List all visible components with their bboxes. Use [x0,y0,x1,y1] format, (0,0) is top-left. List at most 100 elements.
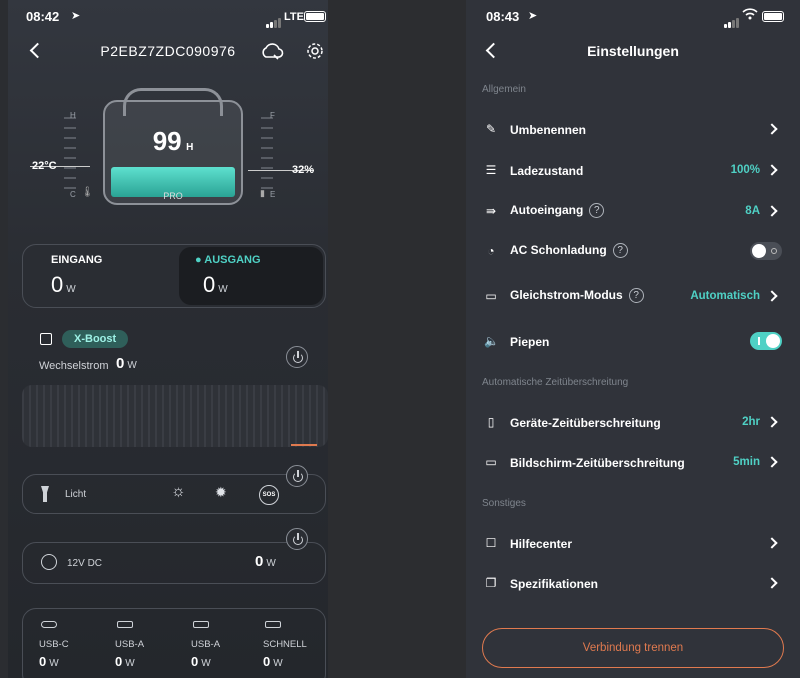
location-icon: ➤ [71,10,81,22]
network-label: LTE [284,11,304,23]
settings-row-rename[interactable]: ✎ Umbenennen [466,114,800,144]
beep-label: Piepen [510,335,550,349]
ac-value: 0 [116,355,125,372]
device-timeout-label: Geräte-Zeitüberschreitung [510,416,661,430]
dc-card: 12V DC 0W [22,542,326,584]
light-high-icon[interactable]: ☼ [171,483,186,501]
help-icon[interactable]: ? [612,243,628,259]
usb-a-icon [117,621,133,628]
dc-battery-icon: ▭ [485,289,497,303]
location-icon: ➤ [528,10,538,22]
settings-row-charge-level[interactable]: ☰ Ladezustand 100% [466,155,800,185]
dc-value: 0 [255,553,264,570]
usb-port-label: USB-C [39,639,69,650]
gauge-left-bottom: C [70,190,76,199]
beep-toggle[interactable] [750,332,782,350]
model-label: PRO [163,191,183,201]
input-value: 0 [51,272,64,297]
chevron-right-icon [766,416,778,428]
dc-label: 12V DC [67,558,103,569]
usb-port-label: SCHNELL [263,639,307,650]
screen-icon: ▭ [485,455,497,469]
disconnect-button[interactable]: Verbindung trennen [482,628,784,668]
sos-button[interactable]: SOS [259,485,279,505]
light-card: Licht ☼ ✹ SOS [22,474,326,514]
settings-row-specs[interactable]: ❐ Spezifikationen [466,568,800,598]
screen-timeout-label: Bildschirm-Zeitüberschreitung [510,456,685,470]
usb-port-unit: W [273,658,283,669]
output-value: 0 [203,272,216,297]
dc-power-button[interactable] [286,528,308,550]
speaker-icon: 🔈 [484,334,499,348]
page-title: Einstellungen [587,43,679,59]
usb-port-label: USB-A [191,639,221,650]
usb-port-value: 0 [115,654,123,669]
help-icon[interactable]: ? [589,203,605,219]
usb-port-unit: W [201,658,211,669]
settings-row-car-input[interactable]: ⇛ Autoeingang? 8A [466,196,800,226]
usb-port-value: 0 [191,654,199,669]
ac-outlet-icon [40,333,52,345]
status-time: 08:42 [26,9,60,24]
edit-doc-icon: ☐ [485,536,497,550]
section-timeout: Automatische Zeitüberschreitung [482,377,629,388]
ac-label: Wechselstrom [39,360,109,372]
settings-row-beep: 🔈 Piepen [466,326,800,356]
output-unit: W [218,284,228,295]
signal-icon [266,10,282,28]
vibrate-icon: ▯ [487,415,495,429]
usb-fast-icon [265,621,281,628]
chevron-right-icon [766,456,778,468]
runtime-hours: 99 [152,126,182,156]
usb-a-icon [193,621,209,628]
light-label: Licht [65,489,87,500]
wifi-icon [742,8,758,23]
section-general: Allgemein [482,84,526,95]
car-input-icon: ⇛ [485,204,497,218]
chevron-right-icon [766,290,778,302]
charge-level-value: 100% [730,164,760,176]
dc-mode-value: Automatisch [690,290,760,302]
ac-gentle-toggle[interactable] [750,242,782,260]
power-station-graphic: 99 H PRO [103,88,243,208]
charge-label: 32% [292,164,315,176]
ac-power-button[interactable] [286,346,308,368]
usb-port-unit: W [49,658,59,669]
x-boost-badge[interactable]: X-Boost [62,330,129,348]
specs-label: Spezifikationen [510,577,599,591]
temperature-label: 22°C [32,160,57,172]
ac-power-graph [22,385,328,447]
pencil-icon: ✎ [485,122,497,136]
gauge-left-top: H [70,111,76,120]
sliders-icon: ☰ [485,163,497,177]
io-card: EINGANG 0W ● AUSGANG 0W [22,244,326,308]
temperature-gauge [60,108,80,198]
output-panel[interactable]: ● AUSGANG 0W [179,247,323,305]
flashlight-icon [41,486,49,502]
car-input-value: 8A [745,205,760,217]
ac-gentle-label: AC Schonladung [510,243,607,257]
chevron-right-icon [766,164,778,176]
cloud-update-icon[interactable] [260,41,284,66]
signal-icon [724,10,740,28]
battery-icon [762,11,784,22]
graph-marker [291,444,317,446]
chevron-right-icon [766,123,778,135]
settings-gear-icon[interactable] [306,42,324,65]
help-icon[interactable]: ? [628,288,644,304]
chevron-right-icon [766,537,778,549]
chevron-right-icon [766,577,778,589]
settings-row-dc-mode[interactable]: ▭ Gleichstrom-Modus? Automatisch [466,281,800,311]
battery-small-icon: ▮ [260,188,265,198]
gauge-icon: ◔ [487,244,495,258]
settings-row-device-timeout[interactable]: ▯ Geräte-Zeitüberschreitung 2hr [466,407,800,437]
screen-timeout-value: 5min [733,456,760,468]
status-time: 08:43 [486,9,520,24]
input-label: EINGANG [51,254,103,266]
settings-row-help-center[interactable]: ☐ Hilfecenter [466,528,800,558]
usb-port-value: 0 [263,654,271,669]
gauge-right-bottom: E [270,190,276,199]
light-power-button[interactable] [286,465,308,487]
light-low-icon[interactable]: ✹ [215,484,227,501]
settings-row-screen-timeout[interactable]: ▭ Bildschirm-Zeitüberschreitung 5min [466,447,800,477]
